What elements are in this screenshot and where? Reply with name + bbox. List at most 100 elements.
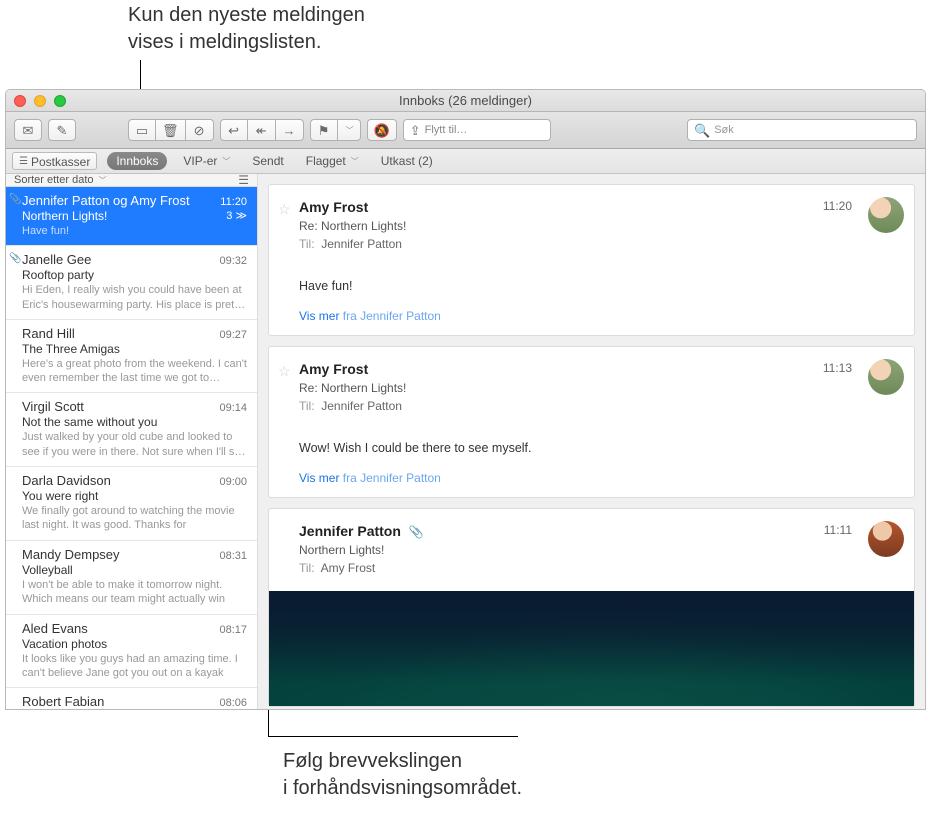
mailboxes-button[interactable]: ☰ Postkasser: [12, 152, 97, 170]
message-time: 09:27: [219, 329, 247, 341]
message-preview: I won't be able to make it tomorrow nigh…: [22, 578, 247, 607]
chevron-down-icon: ﹀: [351, 156, 359, 167]
show-more[interactable]: Vis mer fra Jennifer Patton: [299, 309, 898, 323]
avatar: [868, 521, 904, 557]
message-time: 08:31: [219, 550, 247, 562]
star-icon[interactable]: ☆: [278, 363, 291, 380]
card-to: Til: Jennifer Patton: [299, 399, 898, 413]
message-time: 09:00: [219, 476, 247, 488]
tab-vip[interactable]: VIP-er﹀: [177, 152, 236, 170]
tab-inbox[interactable]: Innboks: [107, 152, 167, 170]
reply-icon: ↩: [228, 124, 239, 137]
forward-button[interactable]: →: [276, 119, 304, 141]
message-row[interactable]: Rand Hill 09:27 The Three AmigasHere's a g…: [6, 320, 257, 394]
message-row[interactable]: Robert Fabian08:06Lost and foundHi every…: [6, 688, 257, 709]
compose-button[interactable]: ✎: [48, 119, 76, 141]
sidebar-icon: ☰: [19, 157, 28, 167]
message-preview: Have fun!: [22, 224, 247, 238]
message-preview: It looks like you guys had an amazing ti…: [22, 652, 247, 681]
message-row[interactable]: Virgil Scott 09:14 Not the same without yo…: [6, 393, 257, 467]
message-from: Virgil Scott: [22, 399, 84, 414]
search-icon: 🔍: [694, 124, 710, 137]
message-row[interactable]: 📎Janelle Gee09:32Rooftop partyHi Eden, I…: [6, 246, 257, 320]
tab-drafts[interactable]: Utkast (2): [375, 152, 439, 170]
message-preview: Here's a great photo from the weekend. I…: [22, 357, 247, 386]
annotation-top: Kun den nyeste meldingen vises i melding…: [128, 2, 365, 56]
message-subject: Vacation photos: [22, 637, 107, 651]
message-from: Mandy Dempsey: [22, 547, 120, 562]
reply-all-button[interactable]: ↞: [248, 119, 276, 141]
delete-button[interactable]: 🗑: [156, 119, 186, 141]
chevron-down-icon: ﹀: [222, 156, 230, 167]
reply-group: ↩ ↞ →: [220, 119, 304, 141]
junk-icon: ⊘: [194, 124, 205, 137]
tab-sent[interactable]: Sendt: [246, 152, 289, 170]
message-from: Rand Hill: [22, 326, 75, 341]
star-icon[interactable]: ☆: [278, 201, 291, 218]
attachment-icon: 📎: [409, 525, 424, 539]
filter-icon[interactable]: ☰: [238, 174, 249, 186]
mail-window: Innboks (26 meldinger) ✉ ✎ ▭ 🗑 ⊘ ↩ ↞ → ⚑…: [5, 89, 926, 710]
message-subject: You were right: [22, 489, 98, 503]
message-row[interactable]: Mandy Dempsey08:31VolleyballI won't be a…: [6, 541, 257, 615]
card-time: 11:13: [823, 361, 852, 375]
conversation-pane: ☆ Amy Frost 11:20 Re: Northern Lights! Til: …: [258, 174, 925, 709]
window-title: Innboks (26 meldinger): [6, 93, 925, 108]
message-time: 09:32: [219, 255, 247, 267]
show-more[interactable]: Vis mer fra Jennifer Patton: [299, 471, 898, 485]
titlebar: Innboks (26 meldinger): [6, 90, 925, 112]
message-row[interactable]: Darla Davidson 09:00 You were rightWe fina…: [6, 467, 257, 541]
junk-button[interactable]: ⊘: [186, 119, 214, 141]
card-body: Have fun!: [299, 279, 898, 293]
message-time: 09:14: [219, 402, 247, 414]
message-list: Sorter etter dato ﹀ ☰ 📎Jennifer Patton o…: [6, 174, 258, 709]
message-preview: Just walked by your old cube and looked …: [22, 430, 247, 459]
message-from: Darla Davidson: [22, 473, 111, 488]
bell-off-icon: 🔕: [374, 124, 390, 137]
flag-button[interactable]: ⚑: [310, 119, 338, 141]
move-to-field[interactable]: ⇪ Flytt til…: [403, 119, 551, 141]
annotation-bottom: Følg brevvekslingen i forhåndsvisningsom…: [283, 748, 522, 802]
message-subject: Northern Lights!: [22, 209, 107, 223]
attachment-image: [269, 591, 914, 706]
flag-icon: ⚑: [318, 124, 330, 137]
message-preview: Hi Eden, I really wish you could have be…: [22, 283, 247, 312]
envelope-icon: ✉: [23, 124, 34, 137]
message-row[interactable]: 📎Jennifer Patton og Amy Frost11:20Northe…: [6, 187, 257, 246]
toolbar: ✉ ✎ ▭ 🗑 ⊘ ↩ ↞ → ⚑ ﹀ 🔕 ⇪ Flytt til… 🔍 Søk: [6, 112, 925, 149]
archive-button[interactable]: ▭: [128, 119, 156, 141]
message-from: Jennifer Patton og Amy Frost: [22, 193, 190, 208]
card-from: Amy Frost: [299, 199, 368, 215]
favorites-bar: ☰ Postkasser Innboks VIP-er﹀ Sendt Flagg…: [6, 149, 925, 174]
archive-delete-junk-group: ▭ 🗑 ⊘: [128, 119, 214, 141]
card-time: 11:20: [823, 199, 852, 213]
search-field[interactable]: 🔍 Søk: [687, 119, 917, 141]
tab-flagged[interactable]: Flagget﹀: [300, 152, 365, 170]
message-row[interactable]: Aled Evans08:17Vacation photosIt looks l…: [6, 615, 257, 689]
avatar: [868, 197, 904, 233]
get-mail-button[interactable]: ✉: [14, 119, 42, 141]
trash-icon: 🗑: [162, 124, 179, 137]
move-to-placeholder: Flytt til…: [425, 124, 468, 136]
message-from: Janelle Gee: [22, 252, 91, 267]
attachment-icon: 📎: [9, 194, 21, 205]
card-subject: Re: Northern Lights!: [299, 381, 898, 395]
conversation-card: Jennifer Patton📎11:11Northern Lights!Til…: [268, 508, 915, 707]
card-subject: Northern Lights!: [299, 543, 898, 557]
annotation-line-bottom-h: [268, 736, 518, 737]
reply-all-icon: ↞: [256, 124, 267, 137]
sort-bar[interactable]: Sorter etter dato ﹀ ☰: [6, 174, 257, 187]
message-preview: We finally got around to watching the mo…: [22, 504, 247, 533]
message-subject: The Three Amigas: [22, 342, 120, 356]
flag-menu-button[interactable]: ﹀: [338, 119, 361, 141]
compose-icon: ✎: [57, 124, 68, 137]
card-subject: Re: Northern Lights!: [299, 219, 898, 233]
archive-icon: ▭: [136, 124, 148, 137]
mute-button[interactable]: 🔕: [367, 119, 397, 141]
avatar: [868, 359, 904, 395]
card-from: Jennifer Patton📎: [299, 523, 424, 539]
message-time: 08:06: [219, 697, 247, 709]
card-body: Wow! Wish I could be there to see myself…: [299, 441, 898, 455]
message-subject: Not the same without you: [22, 415, 157, 429]
reply-button[interactable]: ↩: [220, 119, 248, 141]
